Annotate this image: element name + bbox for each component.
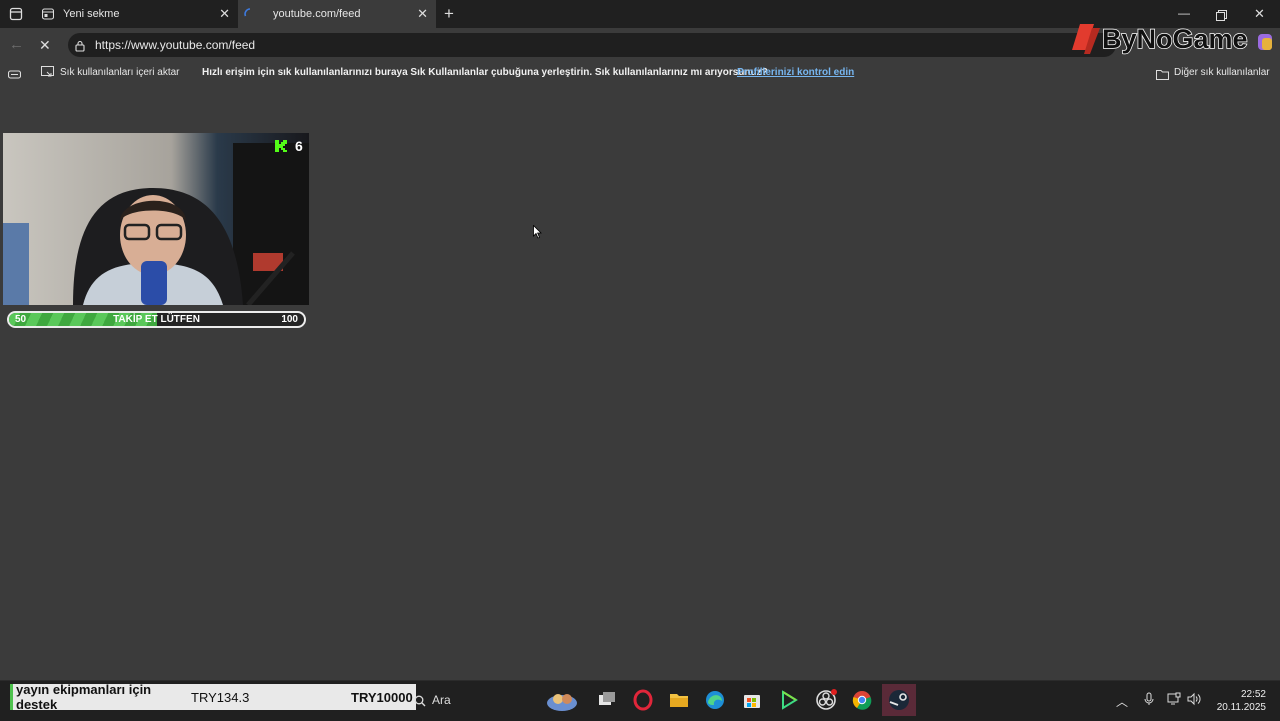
donation-goal: TRY10000 <box>351 689 413 705</box>
opera-icon[interactable] <box>632 689 654 711</box>
system-clock[interactable]: 22:52 20.11.2025 <box>1206 688 1266 714</box>
tab-actions-icon[interactable] <box>9 7 23 21</box>
import-icon <box>41 66 55 78</box>
tab-new-tab[interactable]: Yeni sekme ✕ <box>34 0 238 28</box>
mouse-cursor-icon <box>533 224 543 239</box>
other-favorites-button[interactable]: Diğer sık kullanılanlar <box>1174 67 1270 78</box>
volume-icon[interactable] <box>1187 692 1201 706</box>
taskbar-search[interactable]: Ara <box>432 693 451 707</box>
store-icon[interactable] <box>741 689 763 711</box>
bynogame-logo: ByNoGame <box>1066 18 1276 60</box>
restore-icon[interactable] <box>1216 8 1227 21</box>
kick-logo-icon <box>275 140 287 152</box>
edge-icon[interactable] <box>704 689 726 711</box>
clock-time: 22:52 <box>1240 689 1266 700</box>
loading-spinner-icon <box>244 8 256 20</box>
collections-icon[interactable] <box>7 67 22 79</box>
tab-label: youtube.com/feed <box>273 8 361 20</box>
tab-youtube-feed[interactable]: youtube.com/feed ✕ <box>238 0 436 28</box>
steam-icon <box>889 690 909 710</box>
close-tab-icon[interactable]: ✕ <box>417 7 428 20</box>
lock-icon[interactable] <box>74 39 86 52</box>
network-icon[interactable] <box>1167 692 1181 706</box>
import-favorites-link[interactable]: Sık kullanılanları içeri aktar <box>60 67 180 78</box>
kick-badge: 6 <box>274 137 308 155</box>
kick-count: 6 <box>295 138 303 154</box>
stop-loading-icon[interactable]: ✕ <box>39 38 51 52</box>
follow-progress-bar: 50 TAKİP ET LÜTFEN 100 <box>7 311 306 328</box>
folder-icon <box>1156 67 1169 80</box>
chrome-icon[interactable] <box>851 689 873 711</box>
url-text[interactable]: https://www.youtube.com/feed <box>95 38 255 52</box>
microphone-icon[interactable] <box>1143 692 1155 706</box>
progress-label: TAKİP ET LÜTFEN <box>113 314 200 325</box>
new-tab-icon <box>41 8 55 20</box>
search-highlight-icon[interactable] <box>546 689 578 711</box>
back-icon[interactable]: ← <box>9 37 24 52</box>
progress-goal: 100 <box>281 314 298 325</box>
task-view-icon[interactable] <box>596 689 618 711</box>
webcam-video <box>3 133 309 305</box>
steam-taskbar-button[interactable] <box>882 684 916 716</box>
search-icon[interactable] <box>414 694 426 707</box>
file-explorer-icon[interactable] <box>668 689 690 711</box>
favorites-hint-text: Hızlı erişim için sık kullanılanlarınızı… <box>202 67 768 78</box>
play-store-icon[interactable] <box>778 689 800 711</box>
check-profiles-link[interactable]: Profillerinizi kontrol edin <box>737 67 854 78</box>
donation-text: yayın ekipmanları için destek <box>16 682 152 712</box>
new-tab-plus-icon[interactable]: + <box>444 5 454 22</box>
donation-goal-bar: yayın ekipmanları için destek TRY134.3 T… <box>10 682 416 712</box>
show-hidden-icons-icon[interactable]: ︿ <box>1116 693 1128 710</box>
donation-raised: TRY134.3 <box>191 689 250 705</box>
logo-text: ByNoGame <box>1102 24 1248 54</box>
clock-date: 20.11.2025 <box>1216 702 1266 713</box>
close-tab-icon[interactable]: ✕ <box>219 7 230 20</box>
obs-icon[interactable] <box>815 689 837 711</box>
tab-label: Yeni sekme <box>63 8 120 20</box>
